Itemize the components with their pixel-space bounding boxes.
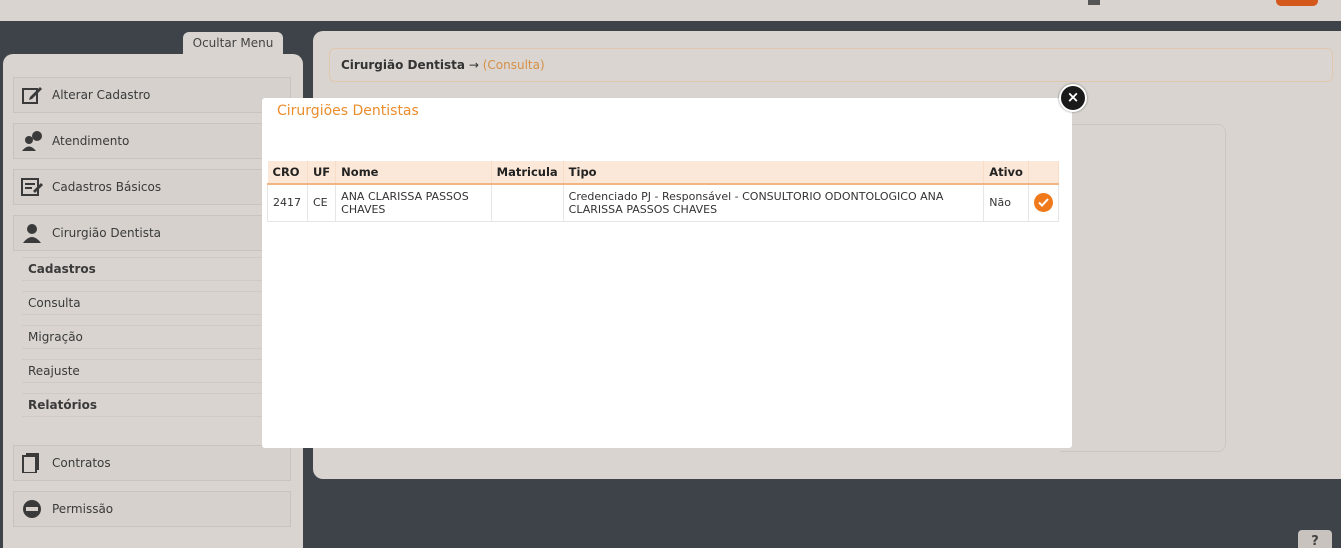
hide-menu-tab[interactable]: Ocultar Menu (183, 32, 283, 56)
sidebar-item-cadastros-basicos[interactable]: Cadastros Básicos (13, 169, 291, 205)
cell-cro: 2417 (267, 184, 308, 222)
top-bar-button[interactable] (1276, 0, 1318, 6)
sidebar-subitem-consulta[interactable]: Consulta (22, 291, 292, 315)
modal-dialog: Cirurgiões Dentistas (262, 98, 1072, 448)
edit-icon (20, 84, 44, 106)
column-header-ativo[interactable]: Ativo (983, 161, 1029, 185)
sidebar-item-contratos[interactable]: Contratos (13, 445, 291, 481)
breadcrumb-arrow: → (468, 58, 479, 72)
cell-matricula (491, 184, 564, 222)
table-row[interactable]: 2417 CE ANA CLARISSA PASSOS CHAVES Crede… (267, 184, 1060, 222)
results-table: CRO UF Nome Matricula Tipo Ativo 2417 CE… (267, 161, 1060, 222)
breadcrumb-main: Cirurgião Dentista (341, 58, 465, 72)
breadcrumb-current: (Consulta) (482, 58, 545, 72)
sidebar-item-label: Cadastros Básicos (52, 180, 162, 194)
column-header-action (1028, 161, 1060, 185)
cell-select (1028, 184, 1060, 222)
sidebar-subitem-relatorios[interactable]: Relatórios (22, 393, 292, 417)
sidebar-item-permissao[interactable]: Permissão (13, 491, 291, 527)
sidebar-subitem-reajuste[interactable]: Reajuste (22, 359, 292, 383)
select-check-icon[interactable] (1033, 193, 1053, 213)
cell-ativo: Não (983, 184, 1029, 222)
column-header-nome[interactable]: Nome (335, 161, 492, 185)
column-header-cro[interactable]: CRO (267, 161, 308, 185)
user-icon (20, 222, 44, 244)
column-header-uf[interactable]: UF (307, 161, 337, 185)
cell-nome: ANA CLARISSA PASSOS CHAVES (335, 184, 492, 222)
close-icon[interactable]: × (1059, 84, 1087, 112)
top-bar-icon[interactable] (1088, 0, 1100, 5)
sidebar-item-cirurgiao-dentista[interactable]: Cirurgião Dentista (13, 215, 291, 251)
no-entry-icon (20, 498, 44, 520)
column-header-tipo[interactable]: Tipo (563, 161, 985, 185)
table-header-row: CRO UF Nome Matricula Tipo Ativo (267, 161, 1060, 185)
sidebar-item-atendimento[interactable]: Atendimento (13, 123, 291, 159)
sidebar-item-alterar-cadastro[interactable]: Alterar Cadastro (13, 77, 291, 113)
sidebar-item-label: Atendimento (52, 134, 130, 148)
sidebar-item-label: Alterar Cadastro (52, 88, 151, 102)
sidebar-subitem-cadastros[interactable]: Cadastros (22, 257, 292, 281)
users-chat-icon (20, 130, 44, 152)
column-header-matricula[interactable]: Matricula (491, 161, 564, 185)
cell-tipo: Credenciado PJ - Responsável - CONSULTOR… (563, 184, 985, 222)
breadcrumb: Cirurgião Dentista → (Consulta) (329, 48, 1333, 82)
help-button[interactable]: ? (1298, 530, 1332, 548)
modal-title: Cirurgiões Dentistas (277, 103, 419, 119)
top-bar (0, 0, 1341, 21)
sidebar-subitem-migracao[interactable]: Migração (22, 325, 292, 349)
sidebar-item-label: Contratos (52, 456, 111, 470)
cell-uf: CE (307, 184, 337, 222)
sidebar-item-label: Permissão (52, 502, 114, 516)
document-edit-icon (20, 176, 44, 198)
sidebar-item-label: Cirurgião Dentista (52, 226, 162, 240)
contract-icon (20, 452, 44, 474)
content-box (1060, 124, 1226, 452)
